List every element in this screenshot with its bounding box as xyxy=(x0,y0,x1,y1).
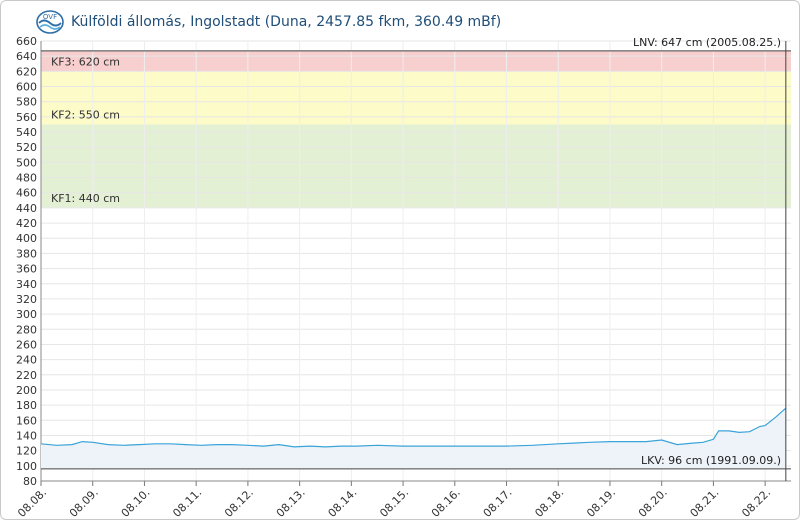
y-tick-label: 360 xyxy=(16,263,37,276)
y-tick-label: 520 xyxy=(16,141,37,154)
x-tick-label: 08.14. xyxy=(326,486,360,519)
y-tick-label: 640 xyxy=(16,50,37,63)
x-tick-label: 08.20. xyxy=(636,486,670,519)
y-tick-label: 380 xyxy=(16,247,37,260)
y-tick-label: 140 xyxy=(16,429,37,442)
y-tick-label: 660 xyxy=(16,35,37,48)
y-tick-label: 280 xyxy=(16,323,37,336)
water-level-chart: 80 100 120 140 160 180 200 220 240 260 280 300 320 34… xyxy=(15,35,791,519)
y-tick-label: 180 xyxy=(16,399,37,412)
y-tick-label: 260 xyxy=(16,338,37,351)
series-line-1 xyxy=(40,407,787,448)
x-tick-label: 08.10. xyxy=(119,486,153,519)
y-tick-label: 620 xyxy=(16,65,37,78)
x-tick-label: 08.16. xyxy=(429,486,463,519)
y-tick-label: 300 xyxy=(16,308,37,321)
y-tick-label: 500 xyxy=(16,156,37,169)
band-label: KF2: 550 cm xyxy=(51,108,120,121)
y-tick-label: 320 xyxy=(16,293,37,306)
warning-band-1 xyxy=(41,124,791,208)
y-tick-label: 340 xyxy=(16,278,37,291)
y-tick-label: 160 xyxy=(16,414,37,427)
y-tick-label: 200 xyxy=(16,384,37,397)
reference-line-label: LNV: 647 cm (2005.08.25.) xyxy=(633,36,781,49)
chart-frame: OVF Külföldi állomás, Ingolstadt (Duna, … xyxy=(0,0,800,520)
y-tick-label: 100 xyxy=(16,460,37,473)
band-label: KF1: 440 cm xyxy=(51,192,120,205)
y-tick-label: 540 xyxy=(16,126,37,139)
band-label: KF3: 620 cm xyxy=(51,55,120,68)
y-tick-label: 420 xyxy=(16,217,37,230)
reference-line-label: LKV: 96 cm (1991.09.09.) xyxy=(641,454,781,467)
y-tick-label: 240 xyxy=(16,354,37,367)
x-tick-label: 08.15. xyxy=(377,486,411,519)
y-tick-label: 440 xyxy=(16,202,37,215)
x-tick-label: 08.21. xyxy=(688,486,722,519)
y-tick-label: 120 xyxy=(16,445,37,458)
y-tick-label: 400 xyxy=(16,232,37,245)
x-tick-label: 08.09. xyxy=(67,486,101,519)
x-tick-label: 08.22. xyxy=(739,486,773,519)
y-tick-label: 600 xyxy=(16,81,37,94)
x-tick-label: 08.08. xyxy=(15,486,49,519)
x-tick-label: 08.17. xyxy=(481,486,515,519)
x-tick-label: 08.19. xyxy=(584,486,618,519)
y-tick-label: 80 xyxy=(23,475,37,488)
x-tick-label: 08.13. xyxy=(274,486,308,519)
y-tick-label: 220 xyxy=(16,369,37,382)
x-tick-label: 08.18. xyxy=(532,486,566,519)
y-tick-label: 480 xyxy=(16,172,37,185)
warning-band-3 xyxy=(41,50,791,72)
x-tick-label: 08.12. xyxy=(222,486,256,519)
y-tick-label: 460 xyxy=(16,187,37,200)
y-tick-label: 580 xyxy=(16,96,37,109)
x-tick-label: 08.11. xyxy=(170,486,204,519)
y-tick-label: 560 xyxy=(16,111,37,124)
